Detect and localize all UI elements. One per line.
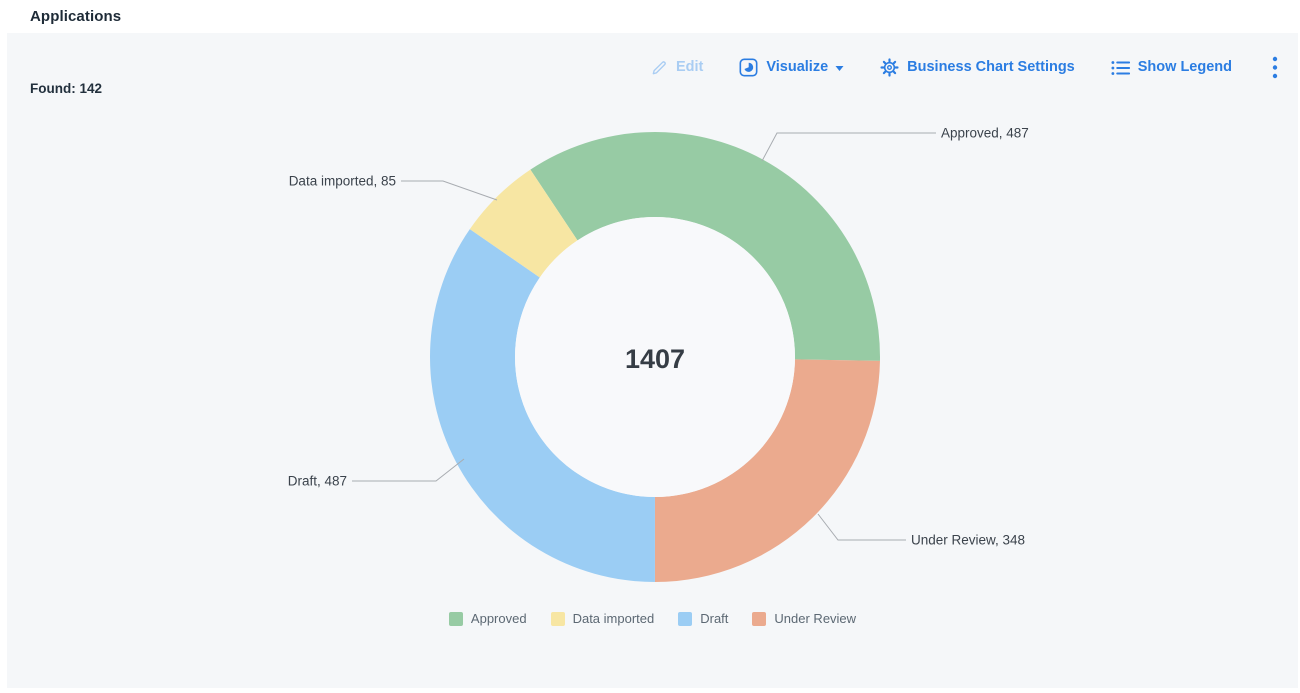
list-icon xyxy=(1111,60,1130,76)
gear-icon xyxy=(880,58,899,77)
legend-label-draft: Draft xyxy=(700,611,728,626)
chart-panel: Found: 142 Edit Visualize xyxy=(7,33,1298,688)
kebab-icon xyxy=(1272,56,1278,79)
legend-swatch-draft xyxy=(678,612,692,626)
business-chart-settings-button[interactable]: Business Chart Settings xyxy=(880,58,1075,77)
legend-item-data-imported[interactable]: Data imported xyxy=(551,611,655,626)
legend-label-data-imported: Data imported xyxy=(573,611,655,626)
legend-label-approved: Approved xyxy=(471,611,527,626)
legend-item-under-review[interactable]: Under Review xyxy=(752,611,856,626)
legend-swatch-data-imported xyxy=(551,612,565,626)
chart-legend: Approved Data imported Draft Under Review xyxy=(7,611,1298,626)
visualize-label: Visualize xyxy=(766,60,828,75)
visualize-button[interactable]: Visualize xyxy=(739,58,844,77)
legend-swatch-under-review xyxy=(752,612,766,626)
found-count: Found: 142 xyxy=(30,81,102,96)
pencil-icon xyxy=(650,59,668,77)
edit-label: Edit xyxy=(676,60,703,75)
legend-label-under-review: Under Review xyxy=(774,611,856,626)
chart-type-icon xyxy=(739,58,758,77)
chevron-down-icon xyxy=(835,66,844,71)
edit-button[interactable]: Edit xyxy=(650,59,703,77)
chart-toolbar: Edit Visualize xyxy=(650,56,1278,79)
page-title: Applications xyxy=(30,8,121,25)
legend-swatch-approved xyxy=(449,612,463,626)
show-legend-button[interactable]: Show Legend xyxy=(1111,60,1232,76)
business-chart-settings-label: Business Chart Settings xyxy=(907,60,1075,75)
legend-item-draft[interactable]: Draft xyxy=(678,611,728,626)
show-legend-label: Show Legend xyxy=(1138,60,1232,75)
legend-item-approved[interactable]: Approved xyxy=(449,611,527,626)
more-options-button[interactable] xyxy=(1272,56,1278,79)
